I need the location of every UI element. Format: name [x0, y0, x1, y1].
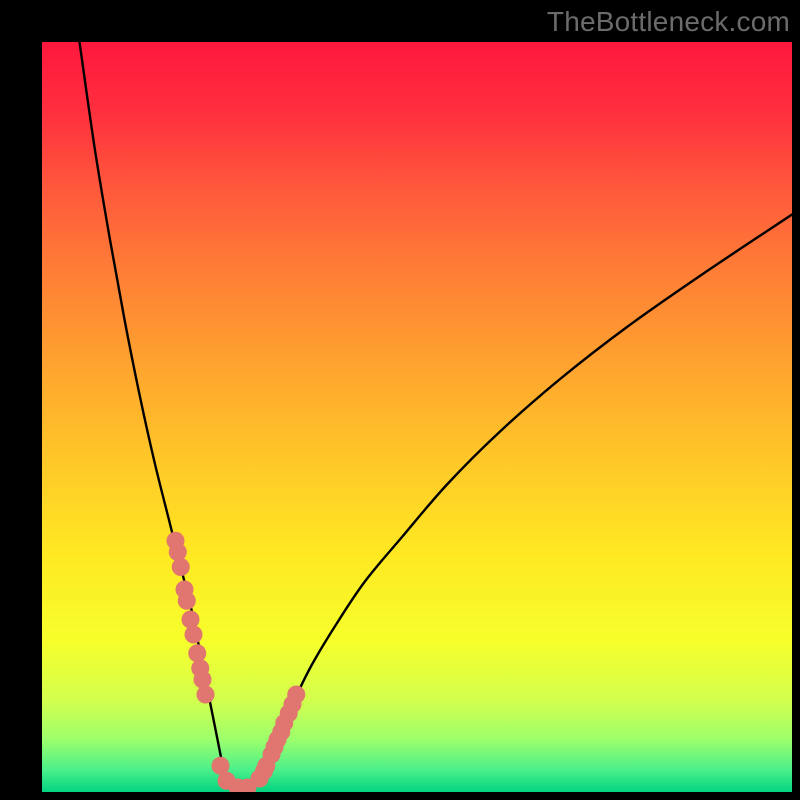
data-point	[194, 671, 212, 689]
chart-svg	[42, 42, 792, 792]
chart-frame: TheBottleneck.com	[0, 0, 800, 800]
data-point	[178, 592, 196, 610]
watermark-text: TheBottleneck.com	[547, 6, 790, 38]
data-point	[185, 626, 203, 644]
data-point	[172, 558, 190, 576]
data-point	[188, 644, 206, 662]
data-point	[197, 686, 215, 704]
data-point	[287, 686, 305, 704]
plot-area	[42, 42, 792, 792]
gradient-background	[42, 42, 792, 792]
data-point	[169, 543, 187, 561]
data-point	[182, 611, 200, 629]
